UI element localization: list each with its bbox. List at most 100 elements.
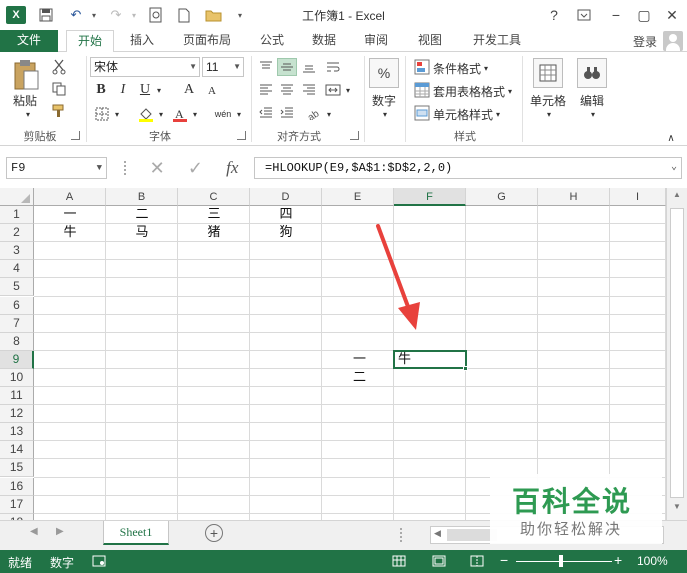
- open-folder-icon[interactable]: [204, 5, 224, 25]
- select-all-corner[interactable]: [0, 188, 34, 206]
- undo-icon[interactable]: ↶: [66, 5, 86, 25]
- undo-dropdown-icon[interactable]: ▾: [84, 5, 104, 25]
- align-right-icon[interactable]: [299, 81, 319, 99]
- save-icon[interactable]: [36, 5, 56, 25]
- font-name-dropdown[interactable]: 宋体 ▼: [90, 57, 200, 77]
- tab-home[interactable]: 开始: [66, 30, 114, 53]
- italic-button[interactable]: I: [114, 81, 132, 99]
- cell-e9[interactable]: 一: [322, 351, 394, 369]
- page-break-view-icon[interactable]: [470, 555, 484, 570]
- cell-a2[interactable]: 牛: [34, 224, 106, 242]
- zoom-in-icon[interactable]: +: [614, 552, 622, 568]
- insert-function-icon[interactable]: fx: [226, 158, 238, 178]
- cell-c1[interactable]: 三: [178, 206, 250, 224]
- number-format-button[interactable]: 数字: [372, 92, 396, 109]
- minimize-button[interactable]: −: [604, 4, 628, 26]
- find-binoculars-icon[interactable]: [577, 58, 607, 88]
- phonetic-guide-button[interactable]: wén: [212, 104, 234, 124]
- cancel-icon[interactable]: ✕: [150, 158, 165, 179]
- column-header-h[interactable]: H: [538, 188, 610, 206]
- format-as-table-button[interactable]: 套用表格格式: [433, 83, 505, 100]
- percent-icon[interactable]: %: [369, 58, 399, 88]
- scroll-left-icon[interactable]: ◀: [434, 528, 441, 539]
- formula-input[interactable]: =HLOOKUP(E9,$A$1:$D$2,2,0) ⌄: [254, 157, 682, 179]
- number-dropdown-icon[interactable]: ▾: [379, 108, 391, 120]
- wrap-text-icon[interactable]: [323, 58, 343, 76]
- conditional-formatting-button[interactable]: 条件格式: [433, 60, 481, 77]
- column-header-a[interactable]: A: [34, 188, 106, 206]
- paste-icon[interactable]: [10, 58, 42, 92]
- row-header-13[interactable]: 13: [0, 423, 34, 442]
- tab-formulas[interactable]: 公式: [250, 30, 294, 52]
- row-header-8[interactable]: 8: [0, 332, 34, 351]
- align-center-icon[interactable]: [277, 81, 297, 99]
- column-header-b[interactable]: B: [106, 188, 178, 206]
- sheet-tab-sheet1[interactable]: Sheet1: [103, 521, 169, 545]
- underline-button[interactable]: U: [136, 81, 154, 99]
- column-header-d[interactable]: D: [250, 188, 322, 206]
- font-size-dropdown[interactable]: 11 ▼: [202, 57, 244, 77]
- normal-view-icon[interactable]: [392, 555, 406, 570]
- worksheet-grid[interactable]: ABCDEFGHI123456789101112131415161718一二三四…: [0, 188, 687, 520]
- bold-button[interactable]: B: [92, 81, 110, 99]
- merge-dropdown-icon[interactable]: ▾: [343, 83, 353, 97]
- orientation-icon[interactable]: ab: [304, 104, 324, 122]
- row-header-5[interactable]: 5: [0, 278, 34, 297]
- increase-indent-icon[interactable]: [277, 104, 297, 122]
- orientation-dropdown-icon[interactable]: ▾: [324, 107, 334, 121]
- customize-toolbar-icon[interactable]: ▾: [230, 5, 250, 25]
- tab-file[interactable]: 文件: [0, 30, 58, 52]
- close-button[interactable]: ✕: [660, 4, 684, 26]
- name-box[interactable]: F9 ▼: [6, 157, 107, 179]
- row-header-7[interactable]: 7: [0, 314, 34, 333]
- cell-b2[interactable]: 马: [106, 224, 178, 242]
- align-bottom-icon[interactable]: [299, 58, 319, 76]
- row-header-12[interactable]: 12: [0, 405, 34, 424]
- row-header-14[interactable]: 14: [0, 441, 34, 460]
- help-button[interactable]: ?: [542, 4, 566, 26]
- zoom-out-icon[interactable]: −: [500, 552, 508, 568]
- tab-review[interactable]: 审阅: [354, 30, 398, 52]
- next-sheet-icon[interactable]: ▶: [56, 526, 64, 537]
- column-header-g[interactable]: G: [466, 188, 538, 206]
- new-file-icon[interactable]: [174, 5, 194, 25]
- row-header-16[interactable]: 16: [0, 477, 34, 496]
- decrease-font-size-button[interactable]: A: [204, 83, 220, 99]
- borders-icon[interactable]: [92, 104, 112, 124]
- tab-data[interactable]: 数据: [302, 30, 346, 52]
- row-header-3[interactable]: 3: [0, 242, 34, 261]
- restore-button[interactable]: ▢: [632, 4, 656, 26]
- font-color-icon[interactable]: A: [170, 104, 190, 124]
- column-header-e[interactable]: E: [322, 188, 394, 206]
- format-as-table-icon[interactable]: [413, 81, 431, 99]
- cell-d2[interactable]: 狗: [250, 224, 322, 242]
- phonetic-dropdown-icon[interactable]: ▾: [234, 107, 244, 121]
- row-header-6[interactable]: 6: [0, 296, 34, 315]
- align-left-icon[interactable]: [256, 81, 276, 99]
- conditional-formatting-icon[interactable]: [413, 58, 431, 76]
- merge-center-icon[interactable]: [323, 81, 343, 99]
- scroll-up-icon[interactable]: ▲: [669, 190, 685, 204]
- cell-a1[interactable]: 一: [34, 206, 106, 224]
- fill-color-dropdown-icon[interactable]: ▾: [156, 107, 166, 121]
- clipboard-launcher-icon[interactable]: [71, 131, 80, 140]
- tab-split-handle[interactable]: [400, 528, 403, 542]
- copy-icon[interactable]: [50, 80, 68, 98]
- add-sheet-icon[interactable]: +: [205, 524, 223, 542]
- cells-dropdown-icon[interactable]: ▾: [543, 108, 555, 120]
- row-header-11[interactable]: 11: [0, 387, 34, 406]
- column-header-c[interactable]: C: [178, 188, 250, 206]
- conditional-dropdown-icon[interactable]: ▾: [481, 62, 491, 74]
- font-color-dropdown-icon[interactable]: ▾: [190, 107, 200, 121]
- increase-font-size-button[interactable]: A: [180, 81, 198, 99]
- vertical-scrollbar[interactable]: ▲ ▼: [666, 188, 687, 520]
- editing-dropdown-icon[interactable]: ▾: [587, 108, 599, 120]
- cell-styles-icon[interactable]: [413, 104, 431, 122]
- zoom-slider[interactable]: [516, 561, 612, 562]
- row-header-4[interactable]: 4: [0, 260, 34, 279]
- scroll-thumb[interactable]: [670, 208, 684, 498]
- cells-icon[interactable]: [533, 58, 563, 88]
- prev-sheet-icon[interactable]: ◀: [30, 526, 38, 537]
- table-dropdown-icon[interactable]: ▾: [505, 85, 515, 97]
- row-header-1[interactable]: 1: [0, 206, 34, 225]
